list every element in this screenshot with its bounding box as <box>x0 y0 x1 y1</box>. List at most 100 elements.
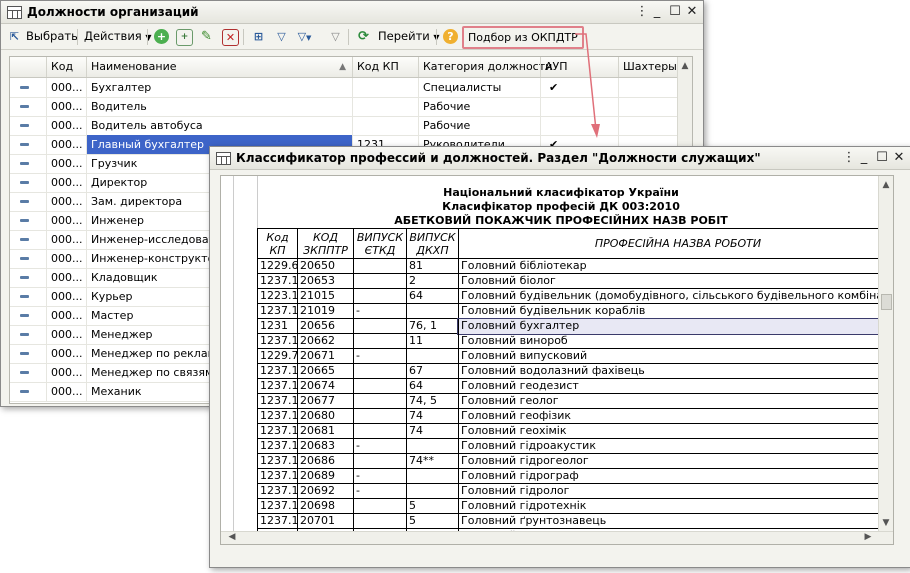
scroll-right-icon[interactable]: ▶ <box>861 532 875 542</box>
classifier-document[interactable]: Національний класифікатор України Класиф… <box>220 175 894 545</box>
header-vypusk-dkkhp: ВИПУСК ДКХП <box>406 228 459 259</box>
header-kod-zkpptr-line2: ЗКППТР <box>303 243 348 257</box>
cell-code: 21015 <box>297 289 354 304</box>
cell-dkkhp <box>406 439 459 454</box>
cell-kp: 1237.1 <box>257 304 298 319</box>
cell-code: 20689 <box>297 469 354 484</box>
classifier-row[interactable]: 1231 20656 76, 1 Головний бухгалтер <box>257 318 893 335</box>
menu-icon[interactable]: ⋮ <box>841 150 857 166</box>
cell-code: 20674 <box>297 379 354 394</box>
doc-title-3: АБЕТКОВИЙ ПОКАЖЧИК ПРОФЕСІЙНИХ НАЗВ РОБІ… <box>394 214 728 227</box>
cell-kp: 1229.7 <box>257 349 298 364</box>
cell-dkkhp: 5 <box>406 499 459 514</box>
scroll-left-icon[interactable]: ◀ <box>225 532 239 542</box>
scroll-thumb[interactable] <box>881 294 892 310</box>
cell-name: Головний біолог <box>458 274 893 289</box>
cell-name: Головний бухгалтер <box>457 318 893 335</box>
cell-kp: 1237.1 <box>257 439 298 454</box>
window-title: Классификатор профессий и должностей. Ра… <box>236 151 761 165</box>
horizontal-scrollbar[interactable]: ◀ ▶ <box>221 531 893 544</box>
cell-kp: 1237.1 <box>257 364 298 379</box>
cell-name: Головний гідротехнік <box>458 499 893 514</box>
cell-name: Головний геолог <box>458 394 893 409</box>
cell-kp: 1237.1 <box>257 469 298 484</box>
classifier-titlebar: Классификатор профессий и должностей. Ра… <box>210 147 910 170</box>
header-kod-zkpptr-line1: КОД <box>312 230 339 244</box>
scroll-down-icon[interactable]: ▼ <box>879 518 893 528</box>
cell-code: 20683 <box>297 439 354 454</box>
classifier-row[interactable]: 1237.1 20689- Головний гідрограф <box>257 469 893 484</box>
cell-dkkhp: 74, 5 <box>406 394 459 409</box>
cell-code: 20698 <box>297 499 354 514</box>
doc-title-1: Національний класифікатор України <box>443 186 679 199</box>
cell-name: Головний гідролог <box>458 484 893 499</box>
header-profession-name: ПРОФЕСІЙНА НАЗВА РОБОТИ <box>458 228 893 259</box>
classifier-row[interactable]: 1237.1 20683- Головний гідроакустик <box>257 439 893 454</box>
close-icon[interactable]: ✕ <box>891 150 907 166</box>
classifier-window: Классификатор профессий и должностей. Ра… <box>209 146 910 568</box>
classifier-row[interactable]: 1237.1 20674 64 Головний геодезист <box>257 379 893 394</box>
doc-title-2: Класифікатор професій ДК 003:2010 <box>442 200 680 213</box>
cell-code: 20692 <box>297 484 354 499</box>
classifier-row[interactable]: 1237.1 20665 67 Головний водолазний фахівец… <box>257 364 893 379</box>
classifier-row[interactable]: 1237.1 20692- Головний гідролог <box>257 484 893 499</box>
cell-name: Головний геофізик <box>458 409 893 424</box>
cell-name: Головний будівельник кораблів <box>458 304 893 319</box>
classifier-row[interactable]: 1229.6 20650 81 Головний бібліотекар <box>257 259 893 274</box>
classifier-row[interactable]: 1237.1 20681 74 Головний геохімік <box>257 424 893 439</box>
cell-dkkhp <box>406 469 459 484</box>
cell-etkd <box>353 424 407 439</box>
cell-dkkhp: 74** <box>406 454 459 469</box>
cell-kp: 1237.1 <box>257 484 298 499</box>
classifier-row[interactable]: 1237.1 20662 11 Головний винороб <box>257 334 893 349</box>
cell-name: Головний водолазний фахівець <box>458 364 893 379</box>
cell-code: 20681 <box>297 424 354 439</box>
classifier-row[interactable]: 1237.1 20677 74, 5 Головний геолог <box>257 394 893 409</box>
classifier-row[interactable]: 1237.1 20698 5 Головний гідротехнік <box>257 499 893 514</box>
cell-kp: 1237.1 <box>257 379 298 394</box>
cell-name: Головний ґрунтознавець <box>458 514 893 529</box>
cell-code: 20665 <box>297 364 354 379</box>
minimize-icon[interactable]: _ <box>856 150 872 166</box>
classifier-row[interactable]: 1237.1 20680 74 Головний геофізик <box>257 409 893 424</box>
classifier-row[interactable]: 1229.7 20671- Головний випусковий <box>257 349 893 364</box>
cell-kp: 1229.6 <box>257 259 298 274</box>
cell-etkd: - <box>353 304 407 319</box>
classifier-row[interactable]: 1223.1 21015 64 Головний будівельник (домоб… <box>257 289 893 304</box>
header-kod-kp: Код КП <box>257 228 298 259</box>
header-vypusk-dkkhp-line2: ДКХП <box>416 243 449 257</box>
maximize-icon[interactable]: ☐ <box>874 150 890 166</box>
cell-kp: 1237.1 <box>257 334 298 349</box>
cell-kp: 1237.1 <box>257 424 298 439</box>
cell-etkd <box>353 454 407 469</box>
classifier-row[interactable]: 1237.1 20653 2 Головний біолог <box>257 274 893 289</box>
cell-code: 20701 <box>297 514 354 529</box>
cell-etkd: - <box>353 484 407 499</box>
cell-etkd <box>353 499 407 514</box>
cell-etkd <box>353 319 407 334</box>
classifier-row[interactable]: 1237.1 21019- Головний будівельник кораблі… <box>257 304 893 319</box>
cell-name: Головний гідрограф <box>458 469 893 484</box>
cell-dkkhp <box>406 484 459 499</box>
cell-dkkhp: 5 <box>406 514 459 529</box>
cell-code: 20656 <box>297 319 354 334</box>
cell-dkkhp <box>406 349 459 364</box>
cell-dkkhp: 81 <box>406 259 459 274</box>
cell-kp: 1237.1 <box>257 514 298 529</box>
cell-code: 20650 <box>297 259 354 274</box>
cell-etkd <box>353 394 407 409</box>
cell-dkkhp: 74 <box>406 424 459 439</box>
cell-etkd <box>353 409 407 424</box>
vertical-scrollbar[interactable]: ▲ ▼ <box>878 176 893 532</box>
table-icon <box>216 152 231 165</box>
cell-kp: 1231 <box>257 319 298 334</box>
cell-code: 20662 <box>297 334 354 349</box>
cell-etkd <box>353 379 407 394</box>
classifier-row[interactable]: 1237.1 20686 74** Головний гідрогеолог <box>257 454 893 469</box>
cell-kp: 1237.1 <box>257 394 298 409</box>
scroll-up-icon[interactable]: ▲ <box>879 180 893 190</box>
cell-code: 21019 <box>297 304 354 319</box>
cell-kp: 1237.1 <box>257 409 298 424</box>
cell-code: 20680 <box>297 409 354 424</box>
classifier-row[interactable]: 1237.1 20701 5 Головний ґрунтознавець <box>257 514 893 529</box>
